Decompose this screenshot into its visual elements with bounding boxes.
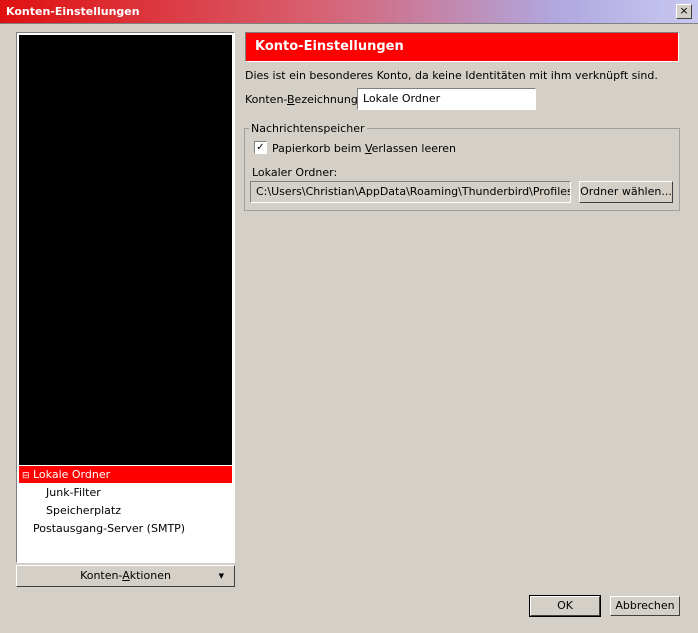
account-name-label: Konten-Bezeichnung:: [245, 93, 362, 106]
check-icon: ✓: [256, 142, 265, 153]
cancel-button[interactable]: Abbrechen: [610, 596, 680, 616]
tree-item-label: Junk-Filter: [46, 486, 101, 499]
page-title: Konto-Einstellungen: [255, 39, 404, 54]
account-actions-label-accel: A: [122, 569, 130, 582]
tree-item-label: Lokale Ordner: [33, 468, 111, 481]
account-actions-label-suffix: ktionen: [129, 569, 171, 582]
account-name-label-accel: B: [287, 93, 295, 106]
account-actions-button[interactable]: Konten-Aktionen ▼: [16, 565, 235, 587]
account-name-label-suffix: ezeichnung:: [294, 93, 362, 106]
choose-folder-button[interactable]: Ordner wählen...: [579, 181, 673, 203]
settings-header: Konto-Einstellungen: [245, 32, 679, 62]
account-tree-empty-area: [19, 35, 232, 465]
ok-button[interactable]: OK: [529, 595, 601, 617]
close-icon: ×: [679, 4, 689, 17]
window-title: Konten-Einstellungen: [6, 5, 140, 18]
tree-item-speicherplatz[interactable]: Speicherplatz: [19, 502, 232, 519]
tree-item-lokale-ordner[interactable]: ⊟ Lokale Ordner: [19, 466, 232, 483]
tree-item-smtp-server[interactable]: Postausgang-Server (SMTP): [19, 520, 232, 537]
account-name-input[interactable]: Lokale Ordner: [357, 88, 536, 110]
title-bar[interactable]: Konten-Einstellungen ×: [0, 0, 698, 24]
account-name-label-prefix: Konten-: [245, 93, 287, 106]
empty-trash-label[interactable]: Papierkorb beim Verlassen leeren: [272, 142, 456, 155]
empty-trash-checkbox[interactable]: ✓: [254, 141, 267, 154]
account-description: Dies ist ein besonderes Konto, da keine …: [245, 69, 658, 82]
local-folder-path-field: C:\Users\Christian\AppData\Roaming\Thund…: [250, 181, 571, 203]
tree-item-label: Postausgang-Server (SMTP): [33, 522, 186, 535]
account-actions-label-prefix: Konten-: [80, 569, 123, 582]
account-tree[interactable]: ⊟ Lokale Ordner Junk-Filter Speicherplatz…: [16, 32, 235, 563]
empty-trash-label-suffix: erlassen leeren: [371, 142, 457, 155]
local-folder-label: Lokaler Ordner:: [252, 166, 338, 179]
tree-item-label: Speicherplatz: [46, 504, 121, 517]
close-button[interactable]: ×: [676, 4, 692, 19]
message-storage-legend: Nachrichtenspeicher: [249, 122, 367, 135]
empty-trash-label-accel: V: [364, 142, 372, 155]
dropdown-arrow-icon: ▼: [218, 572, 224, 580]
tree-item-junk-filter[interactable]: Junk-Filter: [19, 484, 232, 501]
empty-trash-label-prefix: Papierkorb beim: [272, 142, 365, 155]
collapse-icon[interactable]: ⊟: [22, 468, 30, 485]
